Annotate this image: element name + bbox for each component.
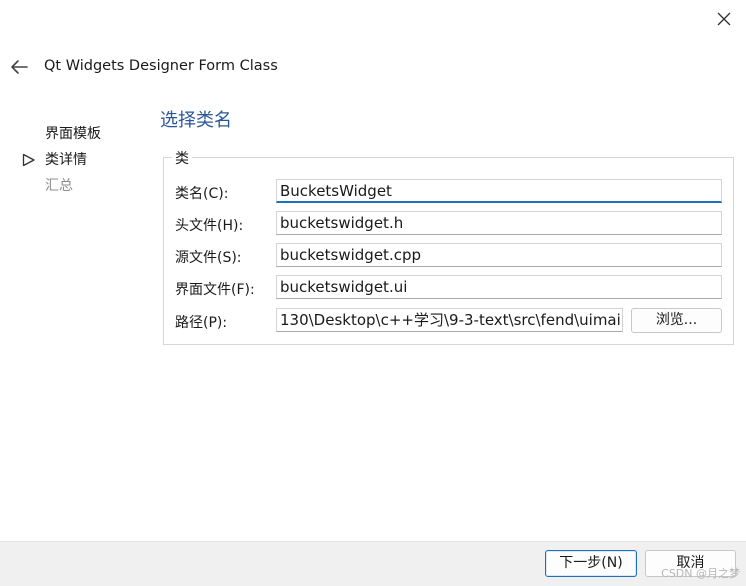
header-file-row: 头文件(H): bucketswidget.h bbox=[164, 211, 733, 237]
class-name-row: 类名(C): BucketsWidget bbox=[164, 179, 733, 205]
step-class-details: 类详情 bbox=[22, 150, 142, 176]
close-icon bbox=[717, 12, 731, 26]
step-form-template: 界面模板 bbox=[22, 124, 142, 150]
page-heading: 选择类名 bbox=[160, 110, 232, 131]
header-file-input[interactable]: bucketswidget.h bbox=[276, 211, 722, 235]
path-input[interactable]: 130\Desktop\c++学习\9-3-text\src\fend\uima… bbox=[276, 308, 623, 332]
source-file-input[interactable]: bucketswidget.cpp bbox=[276, 243, 722, 267]
close-button[interactable] bbox=[712, 7, 736, 31]
path-label: 路径(P): bbox=[175, 315, 228, 331]
step-summary: 汇总 bbox=[22, 176, 142, 202]
step-label: 类详情 bbox=[45, 152, 87, 168]
source-file-row: 源文件(S): bucketswidget.cpp bbox=[164, 243, 733, 269]
wizard-steps: 界面模板 类详情 汇总 bbox=[22, 124, 142, 202]
form-file-label: 界面文件(F): bbox=[175, 282, 255, 298]
class-name-input[interactable]: BucketsWidget bbox=[276, 179, 722, 203]
source-file-label: 源文件(S): bbox=[175, 250, 242, 266]
class-group-box: 类 类名(C): BucketsWidget 头文件(H): bucketswi… bbox=[163, 148, 734, 345]
triangle-right-outline-icon bbox=[22, 153, 35, 167]
form-file-row: 界面文件(F): bucketswidget.ui bbox=[164, 275, 733, 301]
step-label: 界面模板 bbox=[45, 126, 101, 142]
header-file-label: 头文件(H): bbox=[175, 218, 244, 234]
group-title: 类 bbox=[172, 148, 192, 168]
step-label: 汇总 bbox=[45, 178, 73, 194]
watermark: CSDN @月之梦 bbox=[661, 567, 740, 580]
path-row: 路径(P): 130\Desktop\c++学习\9-3-text\src\fe… bbox=[164, 308, 733, 334]
next-button[interactable]: 下一步(N) bbox=[545, 550, 637, 577]
wizard-title: Qt Widgets Designer Form Class bbox=[44, 58, 278, 74]
class-name-label: 类名(C): bbox=[175, 186, 229, 202]
wizard-footer: 下一步(N) 取消 CSDN @月之梦 bbox=[0, 541, 746, 586]
wizard-window: Qt Widgets Designer Form Class 界面模板 类详情 … bbox=[0, 0, 746, 586]
arrow-left-icon bbox=[11, 60, 28, 74]
form-file-input[interactable]: bucketswidget.ui bbox=[276, 275, 722, 299]
browse-button[interactable]: 浏览... bbox=[631, 308, 722, 333]
back-button[interactable] bbox=[7, 55, 31, 79]
